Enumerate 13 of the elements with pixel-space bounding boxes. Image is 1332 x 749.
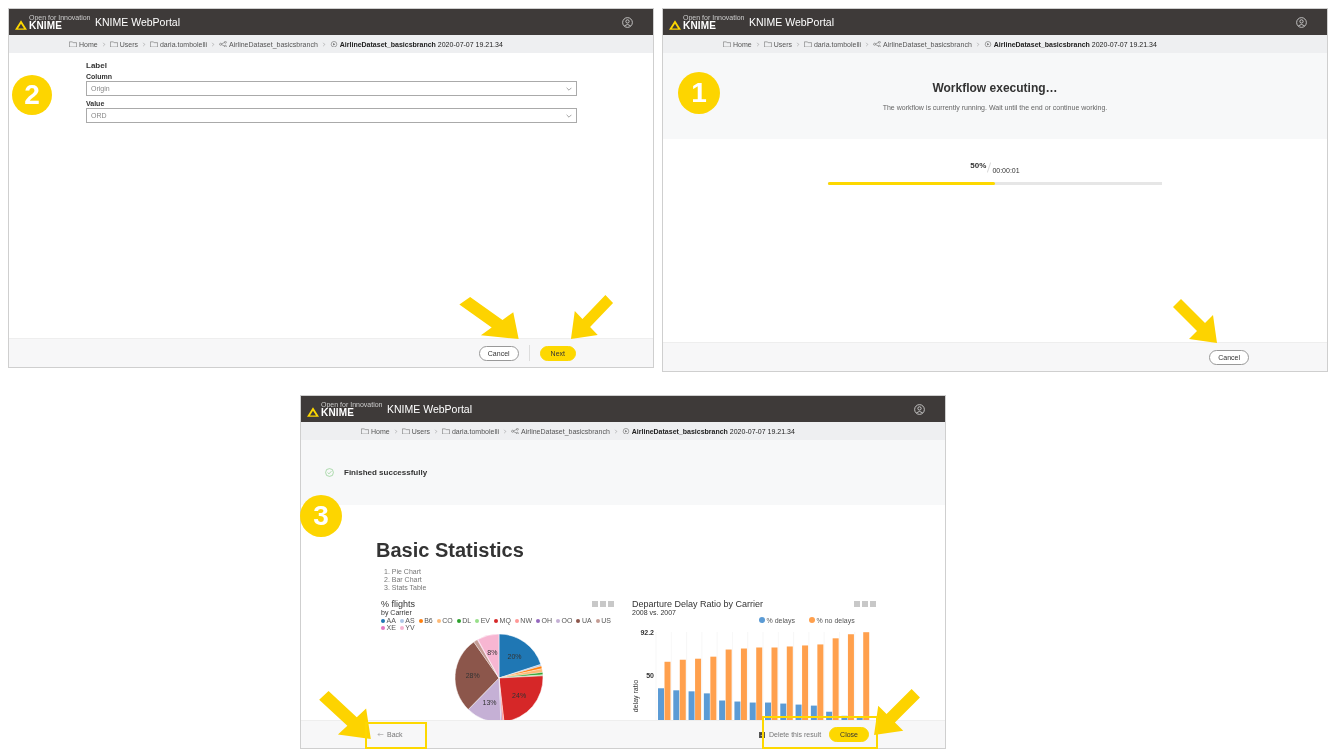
report-title: Basic Statistics bbox=[376, 539, 525, 562]
logo-text: KNIME bbox=[683, 20, 717, 31]
section-title: Label bbox=[86, 61, 108, 70]
logo-text: KNIME bbox=[321, 407, 355, 418]
status-title: Finished successfully bbox=[344, 468, 428, 477]
app-title: KNIME WebPortal bbox=[749, 16, 835, 28]
chart-title: % flights bbox=[381, 599, 415, 609]
logo-text: KNIME bbox=[29, 20, 63, 31]
app-title: KNIME WebPortal bbox=[387, 403, 473, 415]
progress-percent: 50% bbox=[970, 161, 987, 170]
chart-title: Departure Delay Ratio by Carrier bbox=[632, 599, 764, 609]
status-title: Workflow executing… bbox=[932, 81, 1058, 95]
app-title: KNIME WebPortal bbox=[95, 16, 181, 28]
